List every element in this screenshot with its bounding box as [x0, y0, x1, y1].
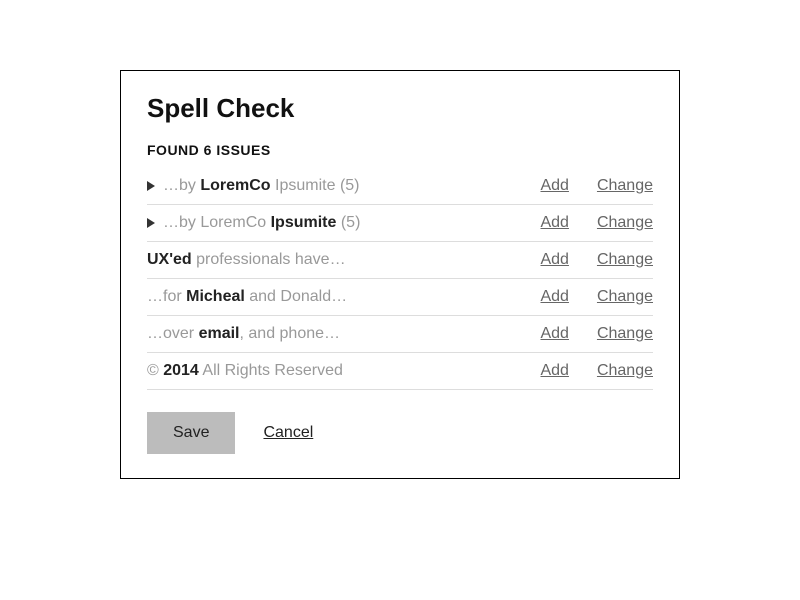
issue-text: …over email, and phone…: [147, 325, 512, 343]
issue-context-before: …over: [147, 325, 199, 342]
issue-misspelled-word: LoremCo: [200, 177, 270, 194]
issue-row: …over email, and phone… Add Change: [147, 316, 653, 353]
issue-context-after: , and phone…: [240, 325, 341, 342]
save-button[interactable]: Save: [147, 412, 235, 454]
issue-row: …for Micheal and Donald… Add Change: [147, 279, 653, 316]
issue-row: …by LoremCo Ipsumite (5) Add Change: [147, 168, 653, 205]
add-link[interactable]: Add: [540, 251, 568, 269]
change-link[interactable]: Change: [597, 177, 653, 195]
issue-context-after: Ipsumite (5): [271, 177, 360, 194]
issue-context-after: and Donald…: [245, 288, 347, 305]
issue-context-before: …by: [163, 177, 200, 194]
issue-text: UX'ed professionals have…: [147, 251, 512, 269]
cancel-link[interactable]: Cancel: [263, 424, 313, 442]
issue-context-after: (5): [336, 214, 360, 231]
change-link[interactable]: Change: [597, 362, 653, 380]
spell-check-dialog: Spell Check FOUND 6 ISSUES …by LoremCo I…: [120, 70, 680, 479]
add-link[interactable]: Add: [540, 177, 568, 195]
add-link[interactable]: Add: [540, 362, 568, 380]
issue-row: © 2014 All Rights Reserved Add Change: [147, 353, 653, 390]
dialog-footer: Save Cancel: [147, 412, 653, 454]
issue-context-after: All Rights Reserved: [199, 362, 343, 379]
issue-text: …for Micheal and Donald…: [147, 288, 512, 306]
disclosure-triangle-icon[interactable]: [147, 181, 155, 191]
issue-misspelled-word: 2014: [163, 362, 199, 379]
add-link[interactable]: Add: [540, 214, 568, 232]
issue-context-before: ©: [147, 362, 163, 379]
issue-misspelled-word: email: [199, 325, 240, 342]
change-link[interactable]: Change: [597, 288, 653, 306]
issue-context-before: …by LoremCo: [163, 214, 271, 231]
issue-text: …by LoremCo Ipsumite (5): [163, 177, 512, 195]
issues-count-heading: FOUND 6 ISSUES: [147, 142, 653, 158]
issue-misspelled-word: Micheal: [186, 288, 245, 305]
issues-list: …by LoremCo Ipsumite (5)AddChange…by Lor…: [147, 168, 653, 390]
issue-text: …by LoremCo Ipsumite (5): [163, 214, 512, 232]
change-link[interactable]: Change: [597, 251, 653, 269]
add-link[interactable]: Add: [540, 288, 568, 306]
dialog-title: Spell Check: [147, 93, 653, 124]
issue-context-after: professionals have…: [192, 251, 346, 268]
disclosure-triangle-icon[interactable]: [147, 218, 155, 228]
change-link[interactable]: Change: [597, 325, 653, 343]
issue-row: UX'ed professionals have… Add Change: [147, 242, 653, 279]
issue-misspelled-word: Ipsumite: [271, 214, 337, 231]
issue-context-before: …for: [147, 288, 186, 305]
issue-misspelled-word: UX'ed: [147, 251, 192, 268]
add-link[interactable]: Add: [540, 325, 568, 343]
issue-text: © 2014 All Rights Reserved: [147, 362, 512, 380]
change-link[interactable]: Change: [597, 214, 653, 232]
issue-row: …by LoremCo Ipsumite (5) Add Change: [147, 205, 653, 242]
